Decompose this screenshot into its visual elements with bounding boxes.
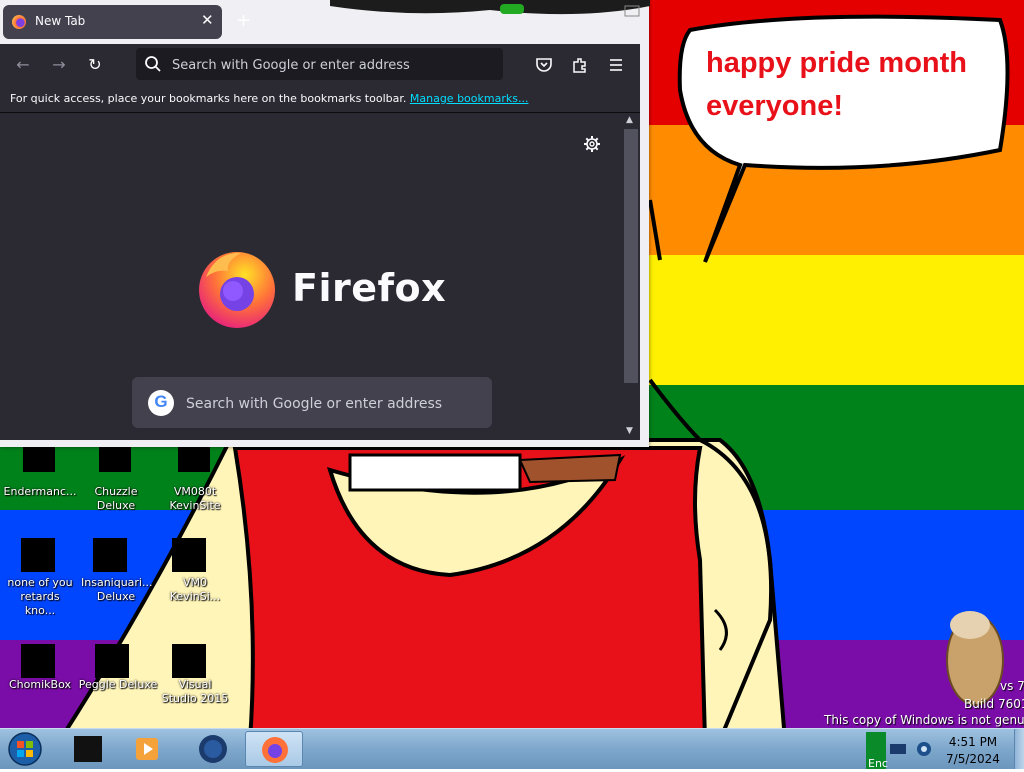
google-icon: G bbox=[148, 390, 174, 416]
firefox-favicon-icon bbox=[12, 15, 26, 29]
new-tab-button[interactable]: + bbox=[236, 10, 251, 31]
window-frame-bottom bbox=[0, 440, 649, 447]
window-caption-remnant bbox=[330, 0, 650, 17]
extensions-icon[interactable] bbox=[571, 56, 589, 74]
desktop-icon-label: Peggle Deluxe bbox=[78, 678, 158, 691]
desktop-icon-label: VM080t KevinSite bbox=[169, 485, 221, 512]
taskbar-firefox[interactable] bbox=[245, 731, 303, 767]
pocket-icon[interactable] bbox=[535, 56, 553, 74]
google-letter: G bbox=[154, 392, 168, 411]
tab-title: New Tab bbox=[35, 14, 86, 28]
scroll-down-icon[interactable]: ▼ bbox=[626, 426, 633, 436]
desktop-icon-insaniquarium[interactable]: Insaniquari... Deluxe bbox=[76, 530, 156, 604]
desktop-icon-none-of-you[interactable]: none of you retards kno... bbox=[0, 530, 80, 618]
desktop-icon-chuzzle[interactable]: Chuzzle Deluxe bbox=[76, 442, 156, 513]
desktop-icon-label: ChomikBox bbox=[9, 678, 71, 691]
language-label: Enc bbox=[868, 757, 888, 770]
window-frame-right bbox=[640, 44, 649, 447]
back-arrow-icon[interactable]: ← bbox=[12, 54, 34, 76]
menu-icon[interactable] bbox=[607, 56, 625, 74]
firefox-taskbar-icon bbox=[262, 737, 288, 763]
app-icon bbox=[99, 442, 133, 482]
speech-line-1: happy pride month bbox=[706, 47, 967, 79]
taskbar: Enc 4:51 PM 7/5/2024 bbox=[0, 728, 1024, 770]
taskbar-app-1[interactable] bbox=[60, 731, 118, 767]
firefox-wordmark: Firefox bbox=[292, 266, 447, 310]
content-search-box[interactable]: G bbox=[132, 377, 492, 428]
app-icon bbox=[21, 634, 57, 678]
firefox-window: New Tab ✕ + ← → ↻ For quick bbox=[0, 0, 649, 447]
clock-time: 4:51 PM bbox=[948, 735, 998, 749]
watermark-version: vs 7 bbox=[1000, 679, 1024, 693]
firefox-logo-icon bbox=[199, 252, 275, 328]
taskbar-media-player[interactable] bbox=[120, 731, 178, 767]
desktop-icon-label: Insaniquari... Deluxe bbox=[81, 576, 153, 603]
app-icon bbox=[172, 634, 212, 678]
desktop-icon-peggle[interactable]: Peggle Deluxe bbox=[78, 634, 158, 692]
gear-icon[interactable] bbox=[583, 135, 601, 153]
start-orb-icon[interactable] bbox=[4, 731, 46, 767]
watermark-build: Build 7601 bbox=[964, 697, 1024, 711]
scrollbar-thumb[interactable] bbox=[624, 129, 638, 383]
url-input[interactable] bbox=[170, 54, 494, 76]
media-player-icon bbox=[136, 738, 158, 760]
app-icon bbox=[178, 442, 212, 482]
globe-icon bbox=[199, 735, 227, 763]
url-bar[interactable] bbox=[136, 48, 503, 80]
show-desktop-button[interactable] bbox=[1014, 729, 1024, 769]
desktop-icon-vm0[interactable]: VM0 KevinSi... bbox=[155, 530, 235, 604]
desktop-icon-chomikbox[interactable]: ChomikBox bbox=[0, 634, 80, 692]
app-icon bbox=[95, 634, 135, 678]
search-icon bbox=[145, 56, 161, 72]
bookmarks-toolbar: For quick access, place your bookmarks h… bbox=[0, 85, 640, 113]
network-icon[interactable] bbox=[888, 741, 908, 757]
content-search-input[interactable] bbox=[184, 393, 478, 415]
desktop-icon-vm080t[interactable]: VM080t KevinSite bbox=[155, 442, 235, 513]
bookmarks-message: For quick access, place your bookmarks h… bbox=[10, 92, 407, 105]
speech-bubble-text: happy pride month everyone! bbox=[706, 42, 967, 128]
clock-date: 7/5/2024 bbox=[946, 752, 1000, 766]
desktop-icon-label: Endermanc... bbox=[3, 485, 77, 498]
vertical-scrollbar[interactable]: ▲ ▼ bbox=[622, 113, 640, 440]
clock[interactable]: 4:51 PM 7/5/2024 bbox=[930, 734, 1016, 768]
app-icon bbox=[172, 530, 212, 572]
desktop-icon-label: none of you retards kno... bbox=[7, 576, 73, 617]
taskbar-globe-app[interactable] bbox=[184, 731, 242, 767]
scroll-up-icon[interactable]: ▲ bbox=[626, 115, 633, 125]
desktop-icon-label: Chuzzle Deluxe bbox=[94, 485, 138, 512]
manage-bookmarks-link[interactable]: Manage bookmarks... bbox=[410, 92, 529, 105]
app-icon bbox=[23, 442, 57, 482]
forward-arrow-icon[interactable]: → bbox=[48, 54, 70, 76]
desktop-icon-visual-studio[interactable]: Visual Studio 2015 bbox=[155, 634, 235, 706]
nav-toolbar: ← → ↻ bbox=[0, 44, 640, 85]
language-indicator[interactable]: Enc bbox=[866, 732, 888, 770]
watermark-genuine-notice: This copy of Windows is not genuine bbox=[824, 713, 1024, 727]
desktop-icon-label: VM0 KevinSi... bbox=[169, 576, 221, 603]
app-icon bbox=[93, 530, 133, 572]
desktop-icon-label: Visual Studio 2015 bbox=[161, 678, 229, 705]
bookmarks-hint: For quick access, place your bookmarks h… bbox=[10, 92, 528, 105]
speech-line-2: everyone! bbox=[706, 90, 844, 122]
tab-new-tab[interactable]: New Tab ✕ bbox=[3, 5, 222, 39]
desktop-icon-endermanch[interactable]: Endermanc... bbox=[0, 442, 80, 499]
reload-icon[interactable]: ↻ bbox=[84, 54, 106, 76]
close-icon[interactable]: ✕ bbox=[201, 11, 214, 29]
app-icon bbox=[21, 530, 57, 572]
dark-box-app-icon bbox=[74, 736, 102, 762]
